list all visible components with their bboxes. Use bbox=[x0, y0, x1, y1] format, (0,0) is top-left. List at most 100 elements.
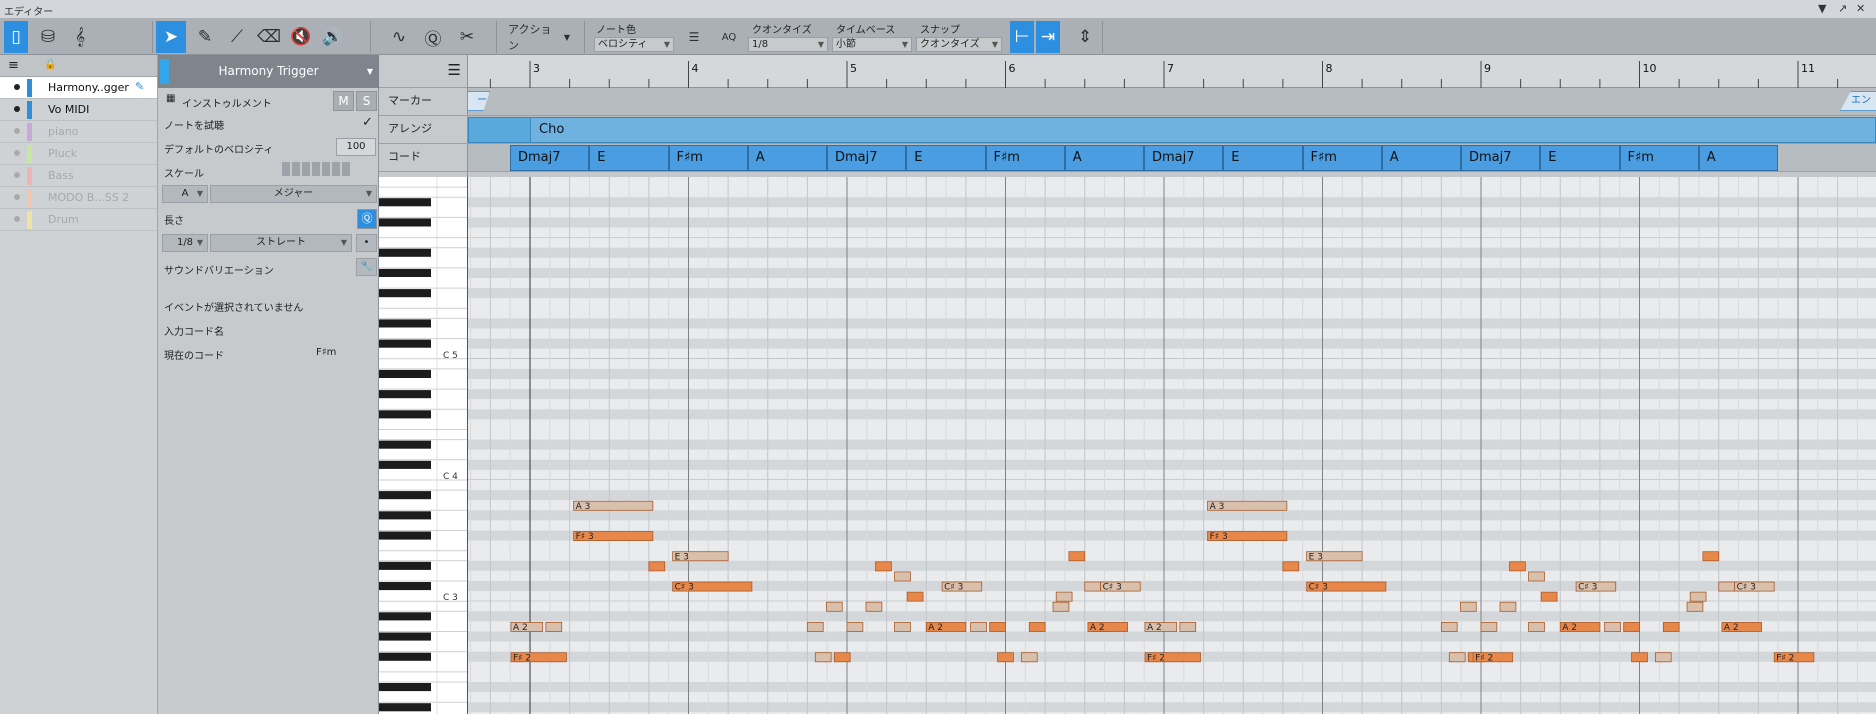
record-dot-icon[interactable] bbox=[14, 194, 20, 200]
note-label: A 2 bbox=[1562, 623, 1577, 633]
midi-note bbox=[1654, 652, 1672, 663]
chord-event[interactable]: Dmaj7 bbox=[1144, 145, 1224, 171]
list-menu-icon[interactable]: ☰ bbox=[448, 61, 461, 79]
pitch-row bbox=[468, 439, 1876, 450]
chord-event[interactable]: A bbox=[1381, 145, 1461, 171]
chord-event[interactable]: E bbox=[589, 145, 669, 171]
note-label: A 2 bbox=[1724, 623, 1739, 633]
record-dot-icon[interactable] bbox=[14, 106, 20, 112]
chord-event[interactable]: F♯m bbox=[1302, 145, 1382, 171]
marker-lane[interactable]: ート エンド bbox=[468, 88, 1876, 116]
midi-note bbox=[1689, 591, 1707, 602]
quantize-settings-button[interactable]: ☰ bbox=[684, 21, 704, 53]
length-mode-select[interactable]: ストレート ▼ bbox=[210, 234, 352, 252]
note-label: F♯ 2 bbox=[1776, 653, 1794, 663]
marker-lane-label: マーカー bbox=[379, 88, 468, 116]
snap-event-button[interactable]: ⇥ bbox=[1036, 21, 1060, 53]
audition-checkbox[interactable]: ✓ bbox=[362, 115, 373, 130]
record-dot-icon[interactable] bbox=[14, 84, 20, 90]
action-menu-button[interactable]: アクション ▼ bbox=[508, 21, 570, 53]
pitch-row bbox=[468, 692, 1876, 703]
length-mode-value: ストレート bbox=[256, 237, 306, 248]
menu-icon[interactable]: ≡ bbox=[8, 58, 19, 73]
track-row[interactable]: piano bbox=[0, 121, 157, 143]
note-color-select[interactable]: ベロシティ ▼ bbox=[594, 37, 674, 52]
close-icon[interactable]: ✕ bbox=[1856, 2, 1865, 15]
track-row[interactable]: Pluck bbox=[0, 143, 157, 165]
split-tool-button[interactable]: ✂ bbox=[452, 21, 482, 53]
pencil-tool-button[interactable]: ✎ bbox=[190, 21, 220, 53]
arrange-section[interactable]: Cho bbox=[530, 117, 1876, 143]
chord-lane[interactable]: Dmaj7 E F♯m A Dmaj7 E F♯m A Dmaj7 E F♯m A Dmaj7 E F♯m A bbox=[468, 144, 1876, 172]
bar-number: 7 bbox=[1167, 62, 1174, 75]
expand-icon[interactable]: ↗ bbox=[1838, 2, 1847, 15]
chevron-down-icon: ▼ bbox=[196, 189, 203, 198]
timebase-select[interactable]: 小節 ▼ bbox=[832, 37, 912, 52]
record-dot-icon[interactable] bbox=[14, 150, 20, 156]
chord-event[interactable]: E bbox=[1223, 145, 1303, 171]
chord-event[interactable]: E bbox=[1540, 145, 1620, 171]
end-marker[interactable]: エンド bbox=[1840, 91, 1876, 111]
score-view-button[interactable]: 𝄞 bbox=[66, 21, 94, 53]
chord-event[interactable]: F♯m bbox=[668, 145, 748, 171]
note-label: A 3 bbox=[1210, 502, 1225, 512]
chord-event[interactable]: A bbox=[1064, 145, 1144, 171]
length-dot-button[interactable]: • bbox=[356, 234, 377, 252]
black-key bbox=[379, 531, 431, 540]
chord-event[interactable]: Dmaj7 bbox=[827, 145, 907, 171]
track-row[interactable]: Drum bbox=[0, 209, 157, 231]
default-velocity-field[interactable]: 100 bbox=[336, 138, 376, 156]
quantize-select[interactable]: 1/8 ▼ bbox=[748, 37, 828, 52]
chord-event[interactable]: F♯m bbox=[985, 145, 1065, 171]
chord-event[interactable]: A bbox=[1698, 145, 1778, 171]
chord-event[interactable]: F♯m bbox=[1619, 145, 1699, 171]
piano-keyboard[interactable]: C 5C 4C 3C 2 bbox=[379, 177, 468, 714]
zoom-tool-button[interactable]: Ⓠ bbox=[418, 21, 448, 53]
chord-event[interactable]: A bbox=[747, 145, 827, 171]
bend-tool-button[interactable]: ∿ bbox=[384, 21, 414, 53]
inspector-toggle-button[interactable]: ▯ bbox=[4, 21, 28, 53]
chord-event[interactable]: Dmaj7 bbox=[510, 145, 590, 171]
edit-icon[interactable]: ✎ bbox=[135, 80, 144, 93]
track-row[interactable]: Vo MIDI bbox=[0, 99, 157, 121]
mute-button[interactable]: M bbox=[333, 91, 354, 111]
quantize-label: クオンタイズ bbox=[752, 25, 812, 36]
aq-button[interactable]: AQ bbox=[716, 21, 742, 53]
drum-view-button[interactable]: ⛁ bbox=[34, 21, 62, 53]
track-row[interactable]: Bass bbox=[0, 165, 157, 187]
length-quantize-button[interactable]: Ⓠ bbox=[357, 209, 377, 229]
scale-root-select[interactable]: A ▼ bbox=[162, 185, 208, 203]
start-marker[interactable]: ート bbox=[468, 91, 490, 111]
timeline-ruler[interactable]: 3 4 5 6 7 8 9 10 11 bbox=[468, 55, 1876, 88]
pin-icon[interactable]: ▼ bbox=[1818, 2, 1826, 15]
solo-button[interactable]: S bbox=[356, 91, 377, 111]
chord-event[interactable]: E bbox=[906, 145, 986, 171]
chord-event[interactable]: Dmaj7 bbox=[1461, 145, 1541, 171]
midi-note bbox=[1448, 652, 1466, 663]
arrange-lane[interactable]: Cho bbox=[468, 116, 1876, 144]
pitch-row bbox=[468, 682, 1876, 693]
snap-select[interactable]: クオンタイズ ▼ bbox=[916, 37, 1002, 52]
track-name: piano bbox=[48, 125, 79, 138]
wrench-button[interactable]: 🔧 bbox=[356, 258, 377, 276]
mute-tool-button[interactable]: 🔇 bbox=[286, 21, 316, 53]
lock-icon[interactable]: 🔒 bbox=[44, 59, 56, 70]
piano-roll-note-area[interactable]: A 3 F♯ 3 E 3 C♯ 3 A 2 F♯ 2 A 2 C♯ 3 A 2 C♯ 3 A 3 F♯… bbox=[468, 177, 1876, 714]
inspector-header[interactable]: Harmony Trigger ▼ bbox=[158, 55, 379, 88]
chevron-down-icon: ▼ bbox=[663, 40, 670, 49]
black-key bbox=[379, 491, 431, 500]
paint-tool-button[interactable]: ⟋ bbox=[222, 21, 252, 53]
expand-view-button[interactable]: ⇕ bbox=[1072, 21, 1098, 53]
record-dot-icon[interactable] bbox=[14, 128, 20, 134]
record-dot-icon[interactable] bbox=[14, 216, 20, 222]
keyboard-icon: ▦ bbox=[166, 93, 176, 104]
track-row[interactable]: MODO B...SS 2 bbox=[0, 187, 157, 209]
snap-start-button[interactable]: ⊢ bbox=[1010, 21, 1034, 53]
record-dot-icon[interactable] bbox=[14, 172, 20, 178]
track-row[interactable]: Harmony..gger ✎ bbox=[0, 77, 157, 99]
listen-tool-button[interactable]: 🔊 bbox=[318, 21, 348, 53]
eraser-tool-button[interactable]: ⌫ bbox=[254, 21, 284, 53]
scale-type-select[interactable]: メジャー ▼ bbox=[210, 185, 377, 203]
length-select[interactable]: 1/8 ▼ bbox=[162, 234, 208, 252]
arrow-tool-button[interactable]: ➤ bbox=[156, 21, 186, 53]
